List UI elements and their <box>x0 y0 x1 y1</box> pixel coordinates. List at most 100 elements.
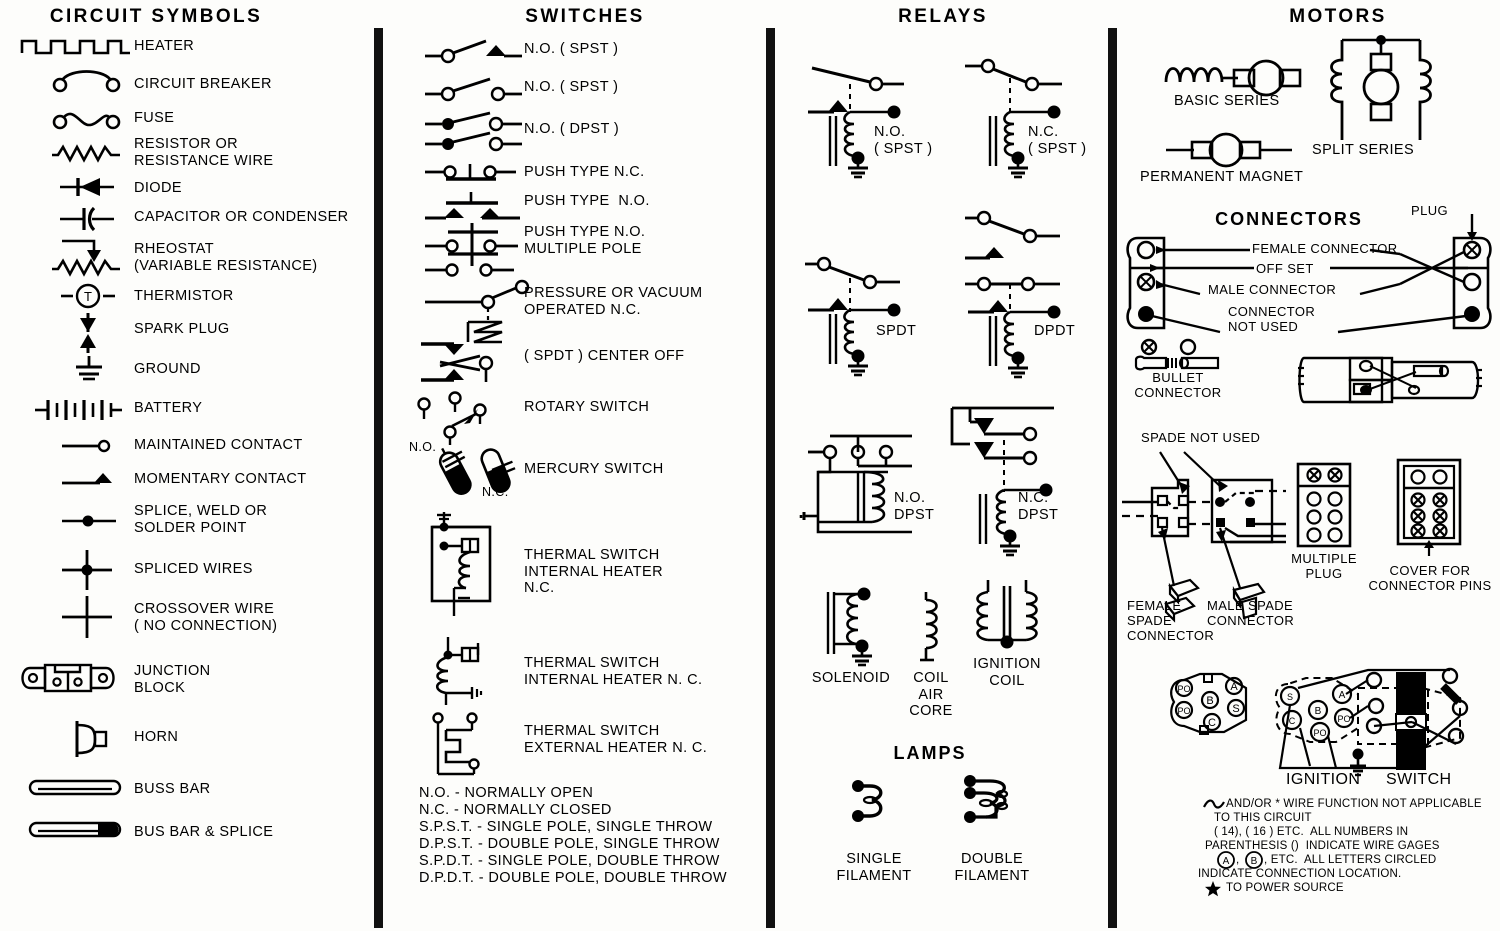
callout-off-set: OFF SET <box>1256 261 1314 276</box>
permanent-magnet-motor <box>1164 128 1304 168</box>
circuit-symbol-label: BATTERY <box>134 400 203 416</box>
relay-spdt <box>804 256 914 377</box>
ground-symbol <box>74 355 104 383</box>
diode-symbol <box>58 175 118 199</box>
bullet-connector-label: BULLET CONNECTOR <box>1134 370 1222 400</box>
coil-air-core-symbol <box>910 590 960 668</box>
buss-bar-symbol <box>28 778 124 798</box>
relay-label: N.O. ( SPST ) <box>874 124 933 157</box>
svg-text:B: B <box>1315 706 1322 717</box>
circuit-symbol-label: HORN <box>134 729 179 745</box>
svg-text:PO: PO <box>1337 714 1350 724</box>
crossover-wire-symbol <box>58 595 116 639</box>
split-series-motor <box>1326 32 1436 152</box>
circled-a-icon: A <box>1216 851 1236 869</box>
svg-text:A: A <box>1339 690 1346 701</box>
single-filament-lamp <box>850 780 896 822</box>
divider-2 <box>766 28 775 928</box>
pressure-vacuum-switch <box>424 279 530 346</box>
switch-label: PUSH TYPE N.O. MULTIPLE POLE <box>524 224 646 257</box>
relay-label: SOLENOID <box>811 670 891 686</box>
resistor-symbol <box>50 142 124 164</box>
fuse-symbol <box>52 108 122 134</box>
circuit-symbol-label: BUSS BAR <box>134 781 211 797</box>
circuit-symbol-label: MOMENTARY CONTACT <box>134 471 307 487</box>
rheostat-symbol <box>50 236 124 277</box>
relay-label: N.C. DPST <box>1018 490 1059 523</box>
relay-label: DPDT <box>1034 323 1076 339</box>
abbreviation-line: S.P.D.T. - SINGLE POLE, DOUBLE THROW <box>419 853 720 869</box>
male-spade-connector-label: MALE SPADE CONNECTOR <box>1207 598 1295 628</box>
footnote-line: INDICATE CONNECTION LOCATION. <box>1198 868 1402 880</box>
abbreviation-line: S.P.S.T. - SINGLE POLE, SINGLE THROW <box>419 819 713 835</box>
circuit-symbol-label: SPLICE, WELD OR SOLDER POINT <box>134 503 268 536</box>
thermal-switch-internal-heater-nc-1 <box>426 512 502 622</box>
tilde-glyph-icon <box>1203 798 1225 812</box>
footnote-comma-1: , <box>1236 854 1240 866</box>
multiple-plug-label: MULTIPLE PLUG <box>1291 551 1357 581</box>
relay-label: N.O. DPST <box>894 490 935 523</box>
no-spst-arrow-switch <box>424 38 524 64</box>
ignition-coil-symbol <box>970 578 1050 658</box>
circuit-symbol-label: CROSSOVER WIRE ( NO CONNECTION) <box>134 601 278 634</box>
callout-female-connector: FEMALE CONNECTOR <box>1252 241 1398 256</box>
column-title-circuit-symbols: CIRCUIT SYMBOLS <box>49 6 263 27</box>
relay-label: IGNITION COIL <box>973 656 1041 689</box>
splice-weld-symbol <box>60 512 118 530</box>
ignition-switch-label-right: SWITCH <box>1386 771 1452 788</box>
circuit-symbol-label: RHEOSTAT (VARIABLE RESISTANCE) <box>134 241 318 274</box>
relay-no-dpst <box>799 428 922 548</box>
relay-nc-spst <box>964 58 1074 179</box>
relay-label: COIL AIR CORE <box>909 670 953 719</box>
cover-for-connector-pins <box>1396 458 1466 556</box>
horn-symbol <box>72 718 112 760</box>
spdt-center-off-switch <box>420 338 520 388</box>
circuit-symbol-label: SPARK PLUG <box>134 321 230 337</box>
cover-for-connector-pins-label: COVER FOR CONNECTOR PINS <box>1368 563 1492 593</box>
footnote-line: ( 14), ( 16 ) ETC. ALL NUMBERS IN <box>1214 826 1409 838</box>
svg-text:S: S <box>1287 692 1293 702</box>
svg-text:PO: PO <box>1177 684 1190 694</box>
circuit-symbol-label: BUS BAR & SPLICE <box>134 824 274 840</box>
circuit-symbol-label: MAINTAINED CONTACT <box>134 437 303 453</box>
push-type-no-switch <box>424 192 524 222</box>
basic-series-motor <box>1162 52 1302 98</box>
lamp-label: SINGLE FILAMENT <box>836 851 912 884</box>
momentary-contact-symbol <box>60 470 118 488</box>
spade-not-used-note: SPADE NOT USED <box>1141 430 1261 445</box>
callout-male-connector: MALE CONNECTOR <box>1208 282 1337 297</box>
maintained-contact-symbol <box>60 437 118 455</box>
heater-symbol <box>20 33 132 57</box>
svg-text:C: C <box>1208 717 1216 729</box>
motor-label: BASIC SERIES <box>1174 93 1280 109</box>
relay-nc-dpst <box>948 400 1068 560</box>
svg-text:B: B <box>1206 695 1213 707</box>
motor-label: SPLIT SERIES <box>1312 142 1415 158</box>
switch-label: THERMAL SWITCH EXTERNAL HEATER N. C. <box>524 723 708 756</box>
circuit-symbol-label: FUSE <box>134 110 175 126</box>
footnote-line: , ETC. ALL LETTERS CIRCLED <box>1264 854 1437 866</box>
circuit-symbol-label: CIRCUIT BREAKER <box>134 76 272 92</box>
switch-label: MERCURY SWITCH <box>524 461 664 477</box>
switch-label: ROTARY SWITCH <box>524 399 650 415</box>
switch-label: PUSH TYPE N.O. <box>524 193 650 209</box>
mercury-no-annotation: N.O. <box>409 440 437 454</box>
abbreviation-line: N.O. - NORMALLY OPEN <box>419 785 594 801</box>
thermal-switch-internal-heater-nc-2 <box>432 637 508 707</box>
circuit-symbol-label: THERMISTOR <box>134 288 234 304</box>
ignition-switch-label-left: IGNITION <box>1286 771 1361 788</box>
abbreviation-line: D.P.D.T. - DOUBLE POLE, DOUBLE THROW <box>419 870 727 886</box>
connectors-section-title: CONNECTORS <box>1215 209 1363 229</box>
footnote-line: AND/OR * WIRE FUNCTION NOT APPLICABLE <box>1226 798 1482 810</box>
solenoid-symbol <box>818 587 898 674</box>
no-dpst-switch <box>424 111 524 153</box>
no-spst-switch <box>424 76 524 102</box>
ignition-switch-diagram: PO PO B C A S S C B PO A PO <box>1160 658 1490 778</box>
column-title-motors: MOTORS <box>1289 6 1387 27</box>
circuit-symbol-label: CAPACITOR OR CONDENSER <box>134 209 349 225</box>
relay-no-spst <box>804 58 914 179</box>
column-title-switches: SWITCHES <box>525 6 645 27</box>
thermistor-symbol: T <box>60 283 116 309</box>
divider-3 <box>1108 28 1117 928</box>
footnote-line: TO POWER SOURCE <box>1226 882 1344 894</box>
